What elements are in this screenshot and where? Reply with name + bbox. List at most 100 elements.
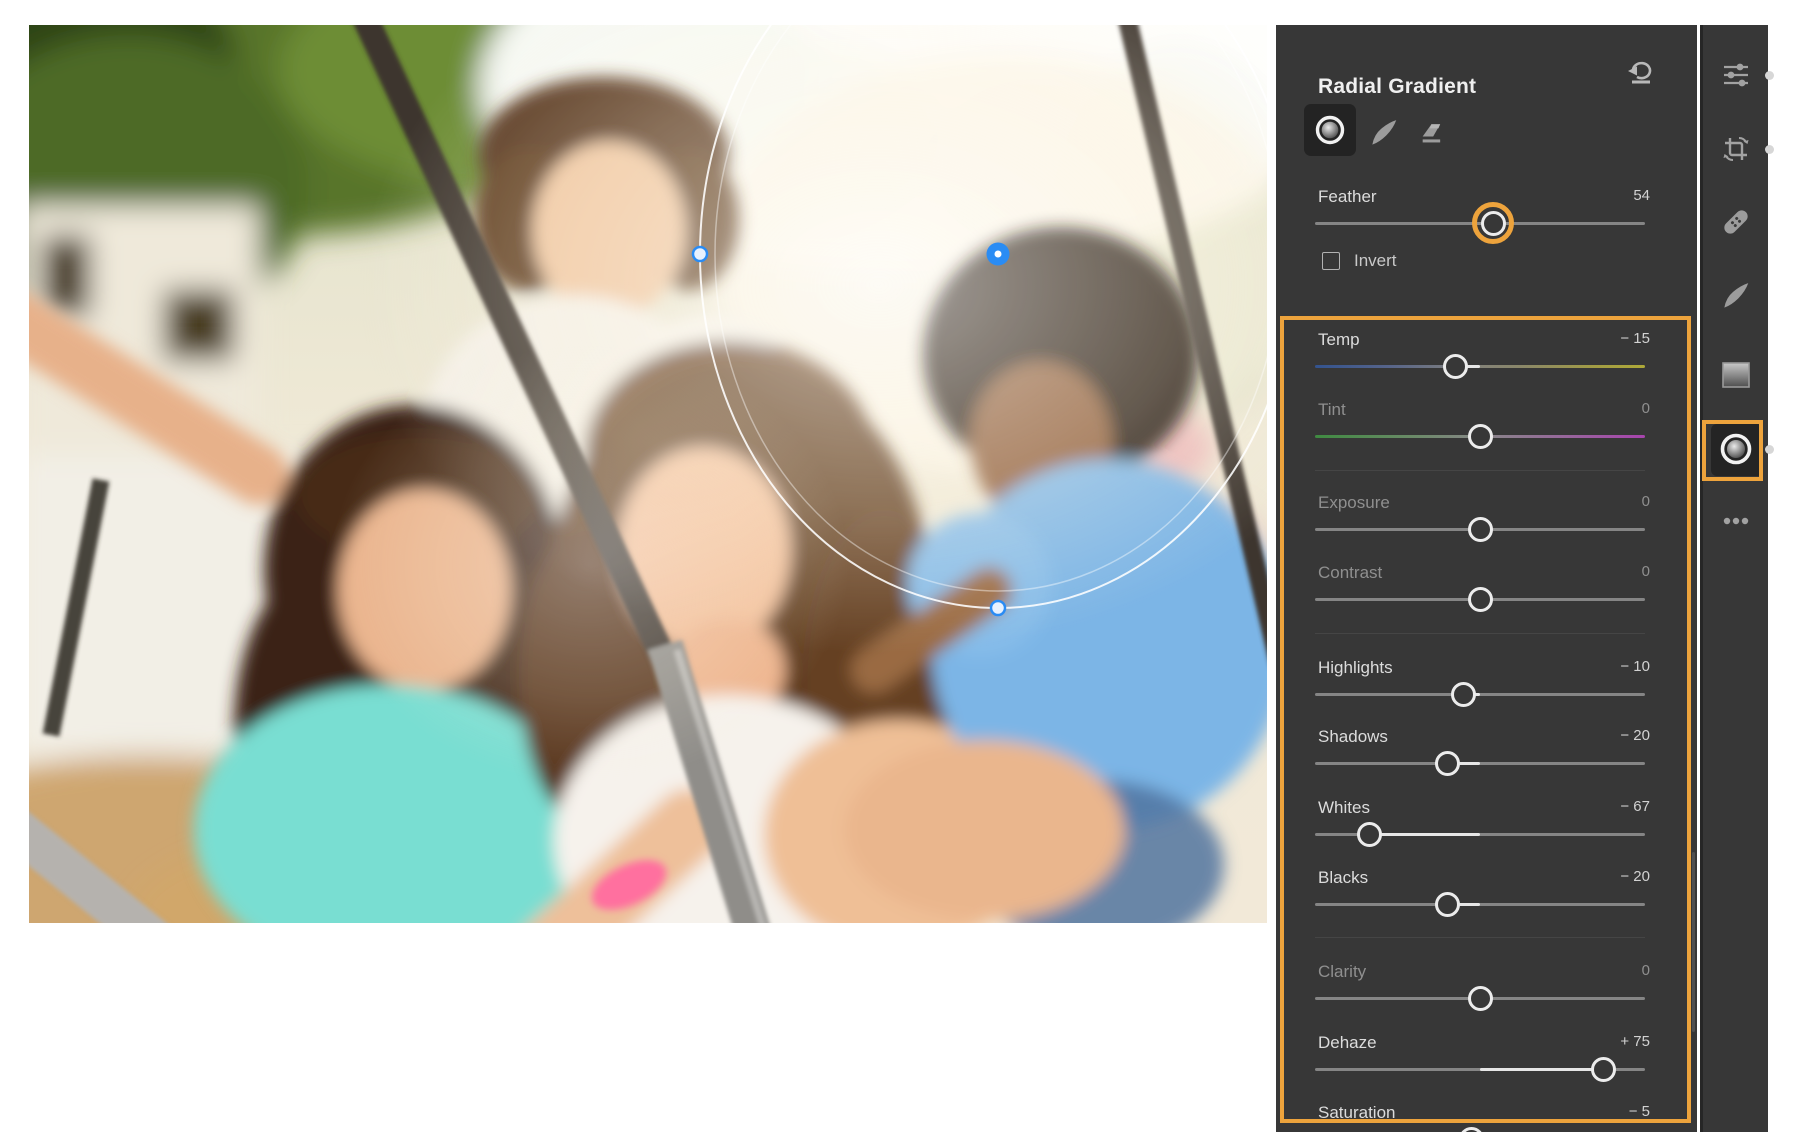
radial-gradient-tool-icon [1315,115,1345,145]
slider-label: Highlights [1318,658,1393,677]
slider-label: Blacks [1318,868,1369,887]
shadows-track[interactable] [1315,751,1645,776]
photo-image [29,25,1267,923]
slider-blacks: Blacks − 20 [1276,868,1697,932]
slider-contrast: Contrast 0 [1276,563,1697,627]
feather-knob[interactable] [1480,211,1506,236]
highlights-track[interactable] [1315,682,1645,707]
slider-value: 0 [1641,962,1650,979]
brush-button[interactable] [1716,276,1756,316]
slider-exposure: Exposure 0 [1276,493,1697,557]
shadows-knob[interactable] [1434,751,1460,776]
crop-button[interactable] [1716,129,1756,169]
feather-slider-row: Feather 54 [1276,187,1697,251]
slider-value: − 10 [1620,658,1650,675]
exposure-track[interactable] [1315,517,1645,542]
slider-value: − 20 [1620,727,1650,744]
slider-temp: Temp − 15 [1276,330,1697,394]
edited-indicator-dot [1765,71,1774,80]
temp-knob[interactable] [1442,354,1468,379]
linear-gradient-button[interactable] [1716,355,1756,395]
brush-tool-button[interactable] [1362,111,1406,155]
eraser-tool-button[interactable] [1410,111,1454,155]
slider-value: − 5 [1628,1103,1650,1120]
slider-value: 0 [1641,400,1650,417]
healing-brush-button[interactable] [1716,202,1756,242]
lens-flare [329,345,849,785]
blacks-knob[interactable] [1434,892,1460,917]
dehaze-track[interactable] [1315,1057,1645,1082]
reset-button[interactable] [1626,58,1656,88]
slider-highlights: Highlights − 10 [1276,658,1697,722]
slider-label: Whites [1318,798,1370,817]
feather-value: 54 [1633,187,1650,204]
tint-track[interactable] [1315,424,1645,449]
slider-value: − 20 [1620,868,1650,885]
photo-canvas[interactable] [29,25,1267,923]
slider-label: Tint [1318,400,1346,419]
more-options-icon [1723,517,1748,525]
slider-label: Exposure [1318,493,1390,512]
whites-knob[interactable] [1356,822,1382,847]
slider-shadows: Shadows − 20 [1276,727,1697,791]
gradient-edge-handle-left[interactable] [691,245,709,263]
whites-track[interactable] [1315,822,1645,847]
edit-sliders-icon [1723,63,1748,87]
slider-value: 0 [1641,493,1650,510]
feather-track[interactable] [1315,211,1645,236]
exposure-knob[interactable] [1467,517,1493,542]
edited-indicator-dot [1765,445,1774,454]
group-divider [1315,470,1645,471]
clarity-knob[interactable] [1467,986,1493,1011]
slider-whites: Whites − 67 [1276,798,1697,862]
slider-value: + 75 [1620,1033,1650,1050]
app-window: { "panel": { "title": "Radial Gradient",… [0,0,1800,1132]
slider-saturation: Saturation − 5 [1276,1103,1697,1132]
group-divider [1315,937,1645,938]
radial-gradient-tool-button[interactable] [1304,104,1356,156]
linear-gradient-icon [1721,362,1750,388]
gradient-edge-handle-bottom[interactable] [989,599,1007,617]
crop-rotate-icon [1723,136,1748,162]
slider-label: Dehaze [1318,1033,1377,1052]
eraser-tool-icon [1422,124,1441,143]
slider-label: Saturation [1318,1103,1396,1122]
panel-title: Radial Gradient [1318,75,1477,98]
dehaze-knob[interactable] [1591,1057,1617,1082]
tint-knob[interactable] [1467,424,1493,449]
clarity-track[interactable] [1315,986,1645,1011]
invert-label: Invert [1354,251,1397,270]
radial-gradient-button[interactable] [1716,429,1756,469]
radial-gradient-icon [1720,433,1751,465]
feather-label: Feather [1318,187,1377,206]
brush-icon [1723,283,1748,308]
invert-checkbox[interactable] [1322,252,1340,270]
temp-track[interactable] [1315,354,1645,379]
radial-gradient-panel: Radial Gradient Feather 54 Invert Temp −… [1276,25,1697,1132]
panel-scrollbar[interactable] [1692,852,1695,1032]
slider-label: Temp [1318,330,1360,349]
slider-label: Contrast [1318,563,1383,582]
tool-strip [1700,25,1768,1132]
contrast-knob[interactable] [1467,587,1493,612]
highlights-knob[interactable] [1451,682,1476,707]
blacks-track[interactable] [1315,892,1645,917]
healing-brush-icon [1723,210,1748,234]
edited-indicator-dot [1765,145,1774,154]
slider-dehaze: Dehaze + 75 [1276,1033,1697,1097]
slider-value: − 67 [1620,798,1650,815]
slider-value: − 15 [1620,330,1650,347]
slider-value: 0 [1641,563,1650,580]
brush-tool-icon [1372,120,1397,145]
group-divider [1315,633,1645,634]
gradient-center-dot [994,250,1002,258]
slider-label: Clarity [1318,962,1367,981]
more-options-button[interactable] [1716,506,1756,536]
slider-tint: Tint 0 [1276,400,1697,464]
slider-clarity: Clarity 0 [1276,962,1697,1026]
contrast-track[interactable] [1315,587,1645,612]
undo-icon [1628,61,1652,84]
saturation-knob[interactable] [1459,1127,1485,1132]
slider-label: Shadows [1318,727,1388,746]
edit-sliders-button[interactable] [1716,55,1756,95]
